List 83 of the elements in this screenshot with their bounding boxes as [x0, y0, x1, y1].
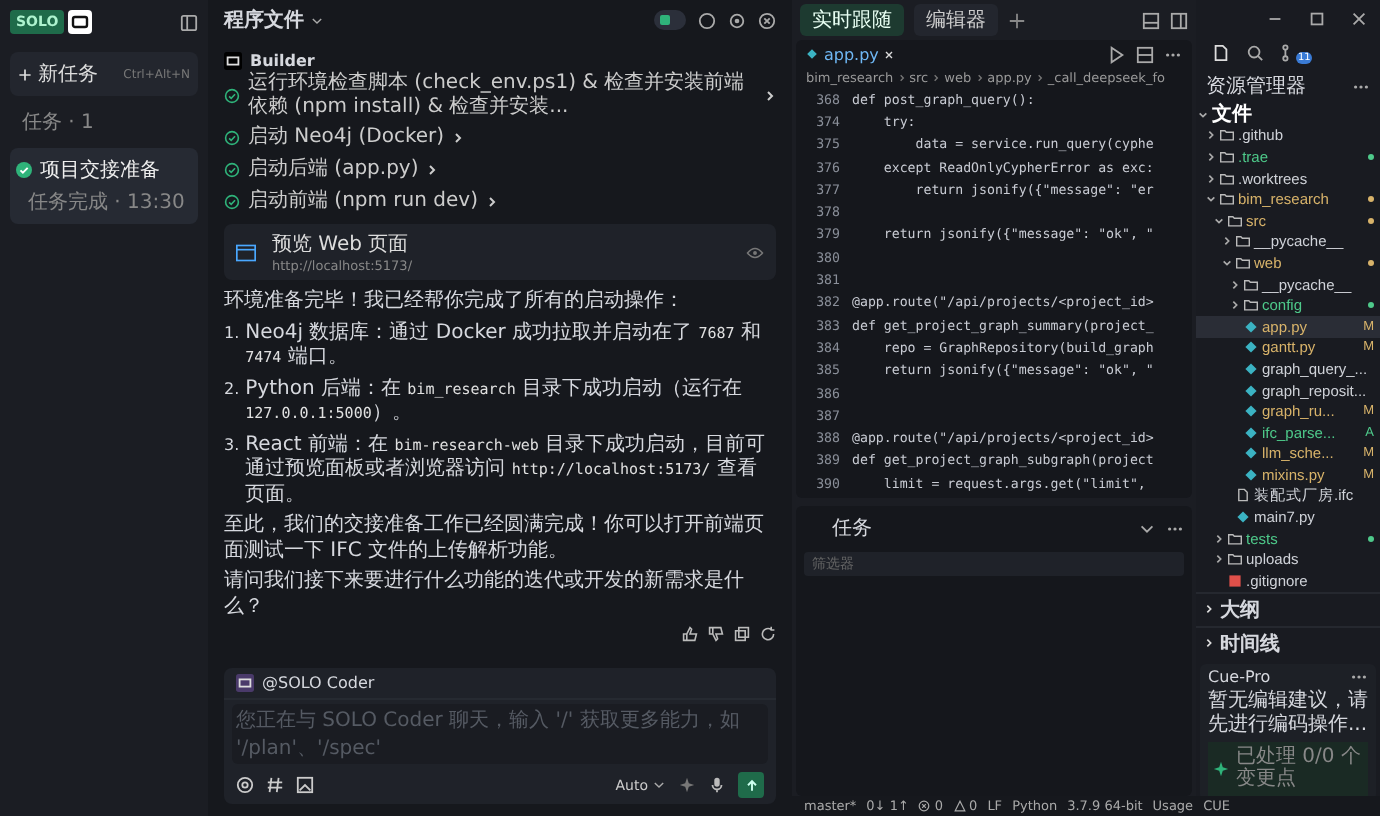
section-header[interactable]: 大纲 [1220, 595, 1260, 624]
list-number: 2. [224, 377, 240, 401]
panel-title[interactable]: 任务 [832, 514, 872, 543]
chevron-icon[interactable] [1230, 279, 1240, 290]
maximize-icon[interactable] [1308, 9, 1326, 27]
sidebar-toggle-icon[interactable] [180, 13, 198, 31]
sparkle-icon[interactable] [678, 776, 696, 794]
close-icon[interactable] [758, 11, 776, 29]
robot-icon [236, 674, 254, 692]
files-icon[interactable] [1212, 43, 1230, 61]
microphone-icon[interactable] [708, 776, 726, 794]
chevron-icon[interactable] [1222, 236, 1232, 247]
image-icon[interactable] [296, 776, 314, 794]
chevron-icon[interactable] [1206, 194, 1216, 205]
step-item[interactable]: 启动前端 (npm run dev) [248, 189, 478, 213]
thumbs-up-icon[interactable] [682, 626, 698, 642]
agent-mention: @SOLO Coder [262, 674, 375, 692]
python-file-icon [806, 48, 818, 60]
file-icon [1236, 488, 1250, 503]
list-number: 1. [224, 321, 240, 345]
chevron-icon[interactable] [1222, 257, 1232, 268]
section-header[interactable]: 时间线 [1220, 629, 1280, 658]
chevron-icon[interactable] [1230, 300, 1240, 311]
hash-icon[interactable] [266, 776, 284, 794]
layout-icon[interactable] [1142, 11, 1160, 29]
chevron-icon[interactable] [1214, 554, 1224, 565]
file-name: 文件 [1212, 101, 1252, 129]
chevron-right-icon[interactable] [452, 131, 465, 143]
chevron-right-icon[interactable] [764, 90, 776, 102]
layout-icon[interactable] [1170, 11, 1188, 29]
eye-icon[interactable] [746, 245, 764, 259]
task-item[interactable]: 项目交接准备 任务完成 · 13:30 [10, 148, 198, 224]
step-item[interactable]: 启动 Neo4j (Docker) [248, 125, 445, 149]
chevron-icon[interactable] [1198, 109, 1208, 120]
chevron-icon[interactable] [1214, 215, 1224, 226]
robot-icon [224, 52, 242, 70]
message-input[interactable]: 您正在与 SOLO Coder 聊天，输入 '/' 获取更多能力，如 '/plan'、'/spec' [232, 704, 768, 764]
chevron-icon[interactable] [1214, 533, 1224, 544]
cue-status: 已处理 0/0 个变更点 [1236, 745, 1363, 792]
plus-icon [18, 67, 32, 81]
chevron-right-icon[interactable] [426, 163, 439, 175]
git-file-icon [1228, 573, 1242, 588]
chevron-icon[interactable] [1206, 151, 1216, 162]
send-button[interactable] [738, 772, 764, 798]
chevron-down-icon [652, 778, 666, 792]
thumbs-down-icon[interactable] [708, 626, 724, 642]
refresh-icon[interactable] [760, 626, 776, 642]
browser-icon [236, 243, 256, 261]
run-icon[interactable] [1108, 45, 1126, 63]
step-item[interactable]: 运行环境检查脚本 (check_env.ps1) & 检查并安装前端依赖 (npm install) & 检查并安装... [248, 72, 756, 120]
sparkle-icon [1212, 759, 1230, 778]
chevron-down-icon[interactable] [310, 13, 324, 27]
message-text: 至此，我们的交接准备工作已经圆满完成！你可以打开前端页面测试一下 IFC 文件的上传解析功能。 [224, 514, 766, 564]
chat-title[interactable]: 程序文件 [224, 6, 304, 34]
view-tab[interactable]: 实时跟随 [800, 4, 904, 36]
cue-title: Cue-Pro [1208, 667, 1271, 686]
chevron-icon[interactable] [1206, 173, 1216, 184]
search-icon[interactable] [1246, 43, 1264, 61]
error-icon [918, 800, 931, 812]
preview-title: 预览 Web 页面 [272, 232, 411, 258]
file-tab[interactable]: app.py [806, 45, 895, 63]
section-label: 任务 · 1 [20, 110, 96, 138]
arrow-up-icon [743, 777, 759, 793]
split-icon[interactable] [1136, 45, 1154, 63]
chevron-icon[interactable] [1206, 130, 1216, 141]
agent-name: Builder [250, 52, 315, 70]
task-subtitle: 任务完成 · 13:30 [26, 189, 187, 216]
task-title: 项目交接准备 [40, 157, 160, 184]
message-text: 环境准备完毕！我已经帮你完成了所有的启动操作： [224, 290, 686, 315]
robot-icon [68, 10, 93, 34]
warning-icon [953, 800, 966, 812]
python-file-icon [1236, 510, 1250, 525]
step-item[interactable]: 启动后端 (app.py) [248, 157, 419, 181]
copy-icon[interactable] [734, 626, 750, 642]
tree-item[interactable]: 文件 [1196, 104, 1380, 126]
close-icon[interactable] [1350, 9, 1368, 27]
cue-message: 暂无编辑建议，请先进行编码操作... [1208, 689, 1368, 738]
message-text: 请问我们接下来要进行什么功能的迭代或开发的新需求是什么？ [224, 570, 746, 620]
add-icon[interactable] [1008, 11, 1026, 29]
list-number: 3. [224, 433, 240, 457]
explorer-title: 资源管理器 [1206, 74, 1306, 100]
view-tab[interactable]: 编辑器 [914, 4, 998, 36]
chevron-right-icon[interactable] [485, 195, 498, 207]
